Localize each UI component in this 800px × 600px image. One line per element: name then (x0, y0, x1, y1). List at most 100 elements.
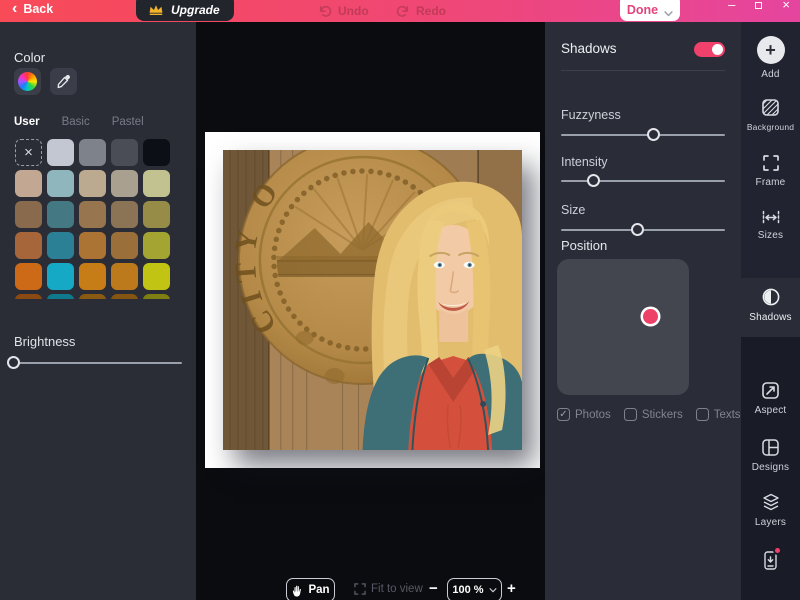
brightness-label: Brightness (14, 334, 76, 349)
color-wheel-button[interactable] (14, 68, 41, 95)
fuzzyness-slider-thumb[interactable] (647, 128, 661, 141)
intensity-label: Intensity (561, 155, 608, 169)
back-label: Back (23, 2, 54, 16)
color-swatch[interactable] (111, 139, 138, 166)
position-label: Position (561, 238, 608, 253)
canvas-bottom-bar: Pan Fit to view − 100 % + (196, 578, 545, 600)
divider (561, 70, 725, 71)
color-swatch[interactable] (15, 170, 42, 197)
photos-checkbox[interactable]: ✓ (557, 408, 570, 421)
undo-button[interactable]: Undo (318, 4, 369, 18)
color-swatch[interactable] (143, 294, 170, 299)
color-swatch[interactable] (47, 139, 74, 166)
chevron-down-icon (489, 587, 497, 593)
tool-aspect[interactable]: Aspect (741, 381, 800, 416)
color-swatch[interactable] (47, 201, 74, 228)
notification-badge (773, 546, 782, 555)
shadow-position-dot[interactable] (642, 309, 658, 325)
filter-stickers[interactable]: ✓ Stickers (623, 408, 683, 421)
color-swatch[interactable] (79, 294, 106, 299)
eyedropper-icon (56, 74, 71, 89)
zoom-out-button[interactable]: − (429, 580, 438, 597)
color-swatch[interactable] (143, 170, 170, 197)
color-swatch[interactable] (111, 201, 138, 228)
tab-basic[interactable]: Basic (62, 116, 90, 128)
color-tools (14, 68, 77, 95)
tool-export[interactable] (741, 546, 800, 571)
color-swatch[interactable] (111, 170, 138, 197)
eyedropper-button[interactable] (50, 68, 77, 95)
filter-photos[interactable]: ✓ Photos (557, 408, 611, 421)
hatch-square-icon (761, 98, 780, 117)
intensity-slider[interactable] (561, 174, 725, 187)
texts-checkbox[interactable]: ✓ (695, 408, 709, 421)
done-button[interactable]: Done (620, 0, 680, 21)
tab-pastel[interactable]: Pastel (112, 116, 144, 128)
canvas-area[interactable]: CITY O Pan Fit to view − 100 % + (196, 22, 545, 600)
tool-background[interactable]: Background (741, 98, 800, 132)
color-wheel-icon (18, 72, 37, 91)
texts-label: Texts (713, 408, 741, 421)
size-label: Size (561, 203, 586, 217)
minimize-button[interactable]: – (728, 0, 735, 11)
intensity-slider-thumb[interactable] (586, 174, 600, 187)
color-swatch[interactable] (143, 139, 170, 166)
shadows-settings-panel: Shadows Fuzzyness Intensity Size Positio… (545, 22, 741, 600)
maximize-button[interactable] (755, 1, 763, 9)
redo-button[interactable]: Redo (396, 4, 446, 18)
filter-texts[interactable]: ✓ Texts (695, 408, 741, 421)
fit-to-view-button[interactable]: Fit to view (354, 583, 423, 595)
color-swatch[interactable] (47, 294, 74, 299)
color-swatch[interactable] (79, 232, 106, 259)
color-swatch[interactable] (111, 232, 138, 259)
color-swatch[interactable] (79, 170, 106, 197)
color-swatch[interactable] (15, 232, 42, 259)
color-swatch[interactable] (47, 232, 74, 259)
size-slider[interactable] (561, 223, 725, 236)
pan-button[interactable]: Pan (286, 578, 335, 600)
fuzzyness-slider[interactable] (561, 128, 725, 141)
upgrade-button[interactable]: Upgrade (136, 0, 234, 21)
color-swatch[interactable] (79, 201, 106, 228)
back-button[interactable]: ‹ Back (12, 1, 54, 17)
window-controls: – × (728, 0, 790, 12)
zoom-level-dropdown[interactable]: 100 % (447, 578, 502, 600)
fuzzyness-label: Fuzzyness (561, 108, 621, 122)
stickers-checkbox[interactable]: ✓ (623, 408, 637, 421)
color-swatch[interactable] (15, 294, 42, 299)
photo-portrait[interactable]: CITY O (223, 150, 522, 450)
size-slider-thumb[interactable] (631, 223, 645, 236)
photos-label: Photos (575, 408, 611, 421)
tool-designs[interactable]: Designs (741, 438, 800, 473)
toolbar-top-section: + Add Background Frame Sizes (741, 22, 800, 278)
color-swatch[interactable] (15, 201, 42, 228)
color-swatch[interactable] (143, 232, 170, 259)
color-swatch[interactable] (79, 263, 106, 290)
tool-shadows[interactable]: Shadows (741, 287, 800, 323)
color-swatch[interactable] (111, 263, 138, 290)
tool-frame[interactable]: Frame (741, 154, 800, 188)
chevron-down-icon (664, 11, 673, 17)
tool-sizes[interactable]: Sizes (741, 210, 800, 241)
hand-pan-icon (291, 584, 303, 597)
color-swatch[interactable] (79, 139, 106, 166)
color-swatch[interactable] (143, 201, 170, 228)
swatch-grid: × (15, 139, 175, 299)
tab-user[interactable]: User (14, 116, 40, 128)
tool-layers[interactable]: Layers (741, 493, 800, 528)
swatch-none[interactable]: × (15, 139, 42, 166)
zoom-in-button[interactable]: + (507, 580, 516, 597)
close-button[interactable]: × (782, 0, 790, 11)
tool-add[interactable]: + Add (741, 36, 800, 80)
redo-icon (396, 5, 410, 18)
color-swatch[interactable] (47, 263, 74, 290)
color-swatch[interactable] (15, 263, 42, 290)
shadows-toggle[interactable] (694, 42, 725, 57)
brightness-slider[interactable] (7, 356, 182, 369)
brightness-slider-thumb[interactable] (7, 356, 20, 369)
layout-split-icon (761, 438, 780, 457)
color-swatch[interactable] (47, 170, 74, 197)
shadow-position-pad[interactable] (557, 259, 689, 395)
color-swatch[interactable] (111, 294, 138, 299)
color-swatch[interactable] (143, 263, 170, 290)
